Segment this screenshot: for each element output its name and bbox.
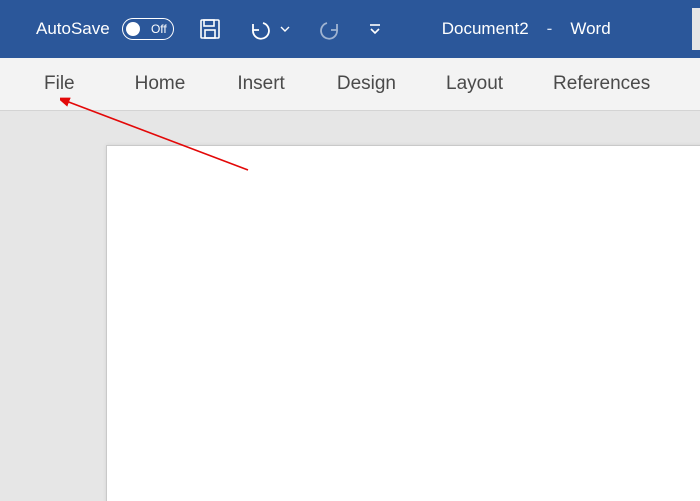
tab-file-label: File xyxy=(44,73,75,95)
tab-home[interactable]: Home xyxy=(123,58,198,110)
autosave-toggle[interactable]: Off xyxy=(122,18,174,40)
save-icon[interactable] xyxy=(198,15,222,43)
autosave-label: AutoSave xyxy=(36,19,110,39)
tab-layout-label: Layout xyxy=(446,73,503,95)
tab-references[interactable]: References xyxy=(541,58,662,110)
tab-insert[interactable]: Insert xyxy=(225,58,297,110)
tab-design-label: Design xyxy=(337,73,396,95)
undo-dropdown-icon[interactable] xyxy=(280,15,290,43)
document-title: Document2 xyxy=(442,19,529,39)
tab-layout[interactable]: Layout xyxy=(434,58,515,110)
workspace xyxy=(0,111,700,501)
tab-home-label: Home xyxy=(135,73,186,95)
tab-design[interactable]: Design xyxy=(325,58,408,110)
undo-icon[interactable] xyxy=(248,15,274,43)
ribbon-tabs: File Home Insert Design Layout Reference… xyxy=(0,58,700,111)
document-page[interactable] xyxy=(106,145,700,501)
redo-icon[interactable] xyxy=(316,15,342,43)
tab-insert-label: Insert xyxy=(237,73,285,95)
tab-references-label: References xyxy=(553,73,650,95)
tab-file[interactable]: File xyxy=(32,58,87,110)
app-name: Word xyxy=(570,19,610,39)
customize-qat-icon[interactable] xyxy=(368,15,382,43)
window-edge xyxy=(692,8,700,50)
title-bar: AutoSave Off Document2 - xyxy=(0,0,700,58)
autosave-toggle-state: Off xyxy=(151,22,167,36)
toggle-knob xyxy=(126,22,140,36)
title-separator: - xyxy=(547,19,553,39)
